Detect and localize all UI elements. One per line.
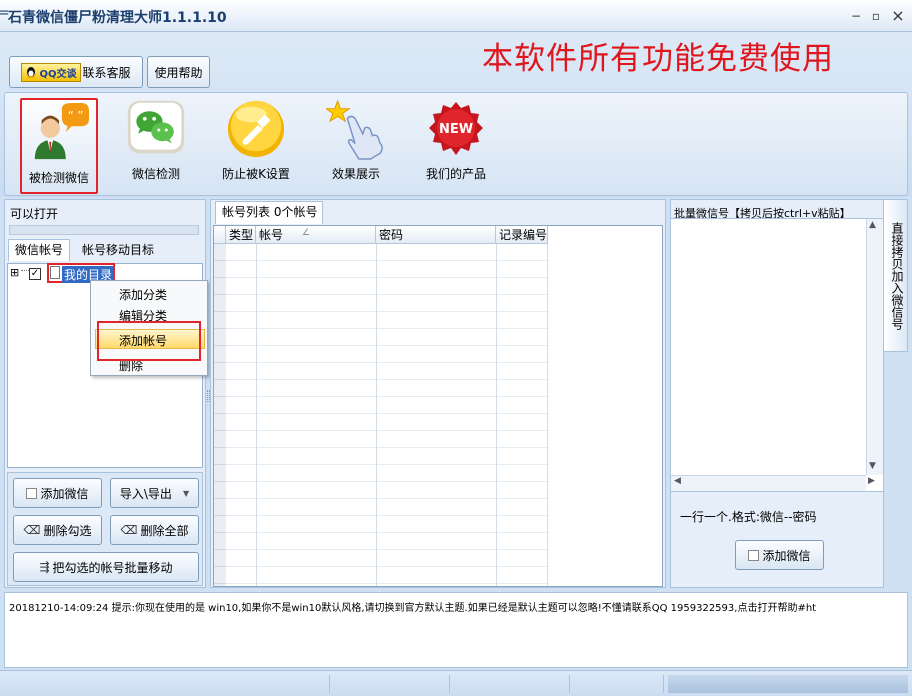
minimize-icon[interactable]: − <box>848 8 864 24</box>
add-icon <box>748 549 760 561</box>
prevent-kick-settings-label: 防止被K设置 <box>222 167 290 181</box>
batch-wechat-textarea[interactable] <box>670 218 884 492</box>
eraser-icon: ⌫ <box>120 523 138 537</box>
tab-account-list[interactable]: 帐号列表 0个帐号 <box>215 201 323 224</box>
hand-star-icon <box>326 99 386 160</box>
wechat-icon <box>126 99 186 159</box>
format-hint: 一行一个.格式:微信--密码 <box>680 510 817 524</box>
tab-move-target[interactable]: 帐号移动目标 <box>76 239 160 261</box>
tree-checkbox[interactable]: ✓ <box>29 268 41 280</box>
import-export-label: 导入\导出 <box>119 486 172 501</box>
qq-penguin-icon <box>27 67 36 78</box>
effect-demo-button[interactable]: 效果展示 <box>306 96 406 188</box>
column-header-account[interactable]: 帐号 <box>256 226 376 244</box>
add-icon <box>26 487 38 499</box>
status-bar <box>0 670 912 696</box>
status-cell <box>4 675 330 693</box>
our-products-button[interactable]: NEW 我们的产品 <box>406 96 506 188</box>
delete-checked-button[interactable]: ⌫ 删除勾选 <box>13 515 102 545</box>
contact-support-label: 联系客服 <box>82 65 131 80</box>
scroll-up-icon[interactable]: ▲ <box>869 220 876 230</box>
wrench-icon <box>226 99 286 159</box>
tab-wechat-accounts-label: 微信帐号 <box>14 243 63 257</box>
splitter-handle[interactable] <box>207 390 210 402</box>
progress-bar <box>9 225 199 235</box>
tab-wechat-accounts[interactable]: 微信帐号 <box>8 239 70 261</box>
status-progress <box>668 675 908 693</box>
delete-all-label: 删除全部 <box>140 523 189 538</box>
side-tab-direct-paste[interactable]: 直接拷贝加入微信号 <box>884 199 908 352</box>
wechat-check-label: 微信检测 <box>131 167 180 181</box>
vertical-scrollbar[interactable] <box>866 219 883 475</box>
eraser-icon: ⌫ <box>23 523 41 537</box>
detected-wechat-button[interactable]: “ ” 被检测微信 <box>20 98 98 194</box>
move-icon: ⇶ <box>39 560 50 574</box>
status-log: 20181210-14:09:24 提示:你现在使用的是 win10,如果你不是… <box>4 592 908 668</box>
qq-badge-label: QQ交谈 <box>39 68 77 80</box>
status-cell <box>454 675 570 693</box>
scroll-down-icon[interactable]: ▼ <box>869 461 876 471</box>
app-title: 石青微信僵尸粉清理大师1.1.1.10 <box>8 10 227 26</box>
effect-demo-label: 效果展示 <box>331 167 380 181</box>
user-chat-icon: “ ” <box>29 103 89 163</box>
highlight-add-account <box>97 321 201 361</box>
column-header-type[interactable]: 类型 <box>226 226 256 244</box>
qq-chat-badge: QQ交谈 <box>21 62 81 82</box>
help-label: 使用帮助 <box>154 65 203 80</box>
status-cell <box>574 675 664 693</box>
detected-wechat-label: 被检测微信 <box>28 171 89 185</box>
menu-add-category[interactable]: 添加分类 <box>119 286 167 303</box>
wechat-check-button[interactable]: 微信检测 <box>106 96 206 188</box>
column-header-password[interactable]: 密码 <box>376 226 496 244</box>
scroll-right-icon[interactable]: ▶ <box>868 476 875 486</box>
delete-all-button[interactable]: ⌫ 删除全部 <box>110 515 199 545</box>
grid-corner <box>214 226 226 244</box>
svg-text:“ ”: “ ” <box>68 108 84 122</box>
column-header-record-id[interactable]: 记录编号 <box>496 226 548 244</box>
batch-move-label: 把勾选的帐号批量移动 <box>52 560 173 575</box>
open-status-label: 可以打开 <box>10 207 59 221</box>
sort-icon: ∠ <box>302 228 311 238</box>
add-wechat-button[interactable]: 添加微信 <box>13 478 102 508</box>
import-export-button[interactable]: 导入\导出 ▼ <box>110 478 199 508</box>
account-list-tab-label: 帐号列表 0个帐号 <box>222 205 318 219</box>
grid-col-divider <box>496 244 497 586</box>
expand-icon[interactable]: ⊞ <box>10 267 19 279</box>
new-badge-icon: NEW <box>426 99 486 159</box>
status-cell <box>334 675 450 693</box>
status-log-text: 20181210-14:09:24 提示:你现在使用的是 win10,如果你不是… <box>9 603 817 614</box>
help-button[interactable]: 使用帮助 <box>147 56 210 88</box>
grid-col-divider <box>376 244 377 586</box>
batch-add-wechat-label: 添加微信 <box>762 548 811 563</box>
folder-icon <box>50 266 60 279</box>
promo-banner: 本软件所有功能免费使用 <box>482 41 834 77</box>
title-bar: = 石青微信僵尸粉清理大师1.1.1.10 − ▫ × <box>0 0 912 32</box>
delete-checked-label: 删除勾选 <box>43 523 92 538</box>
add-wechat-label: 添加微信 <box>40 486 89 501</box>
grid-col-divider <box>256 244 257 586</box>
tree-connector <box>21 270 29 271</box>
prevent-kick-settings-button[interactable]: 防止被K设置 <box>206 96 306 188</box>
batch-add-wechat-button[interactable]: 添加微信 <box>735 540 824 570</box>
row-headers <box>214 244 226 586</box>
horizontal-scrollbar[interactable] <box>671 475 866 491</box>
svg-text:NEW: NEW <box>439 122 473 137</box>
side-tab-label: 直接拷贝加入微信号 <box>890 222 904 330</box>
dropdown-icon: ▼ <box>182 488 190 498</box>
scroll-left-icon[interactable]: ◀ <box>674 476 681 486</box>
batch-move-button[interactable]: ⇶ 把勾选的帐号批量移动 <box>13 552 199 582</box>
close-icon[interactable]: × <box>890 8 906 24</box>
contact-support-button[interactable]: QQ交谈 联系客服 <box>9 56 143 88</box>
tab-move-target-label: 帐号移动目标 <box>81 243 154 257</box>
restore-icon[interactable]: ▫ <box>868 8 884 24</box>
our-products-label: 我们的产品 <box>425 167 486 181</box>
grid-rows <box>226 244 548 586</box>
